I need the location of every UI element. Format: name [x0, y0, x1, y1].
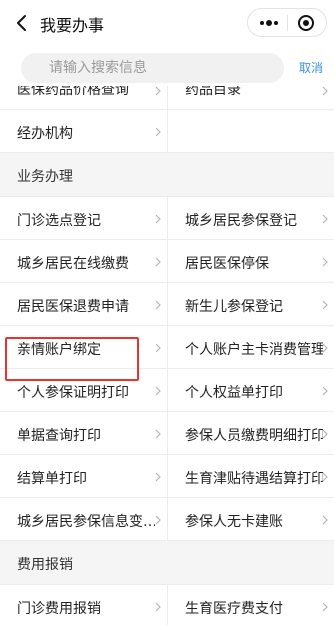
service-item-label: 参保人无卡建账 — [185, 514, 283, 530]
service-item[interactable]: 医保药品价格查询 — [0, 86, 167, 109]
service-item-label: 个人权益单打印 — [185, 385, 283, 401]
list-row: 城乡居民在线缴费 居民医保停保 — [0, 240, 334, 283]
service-item[interactable]: 居民医保停保 — [167, 240, 334, 282]
chevron-right-icon — [322, 257, 328, 267]
list-row: 亲情账户绑定 个人账户主卡消费管理 — [0, 326, 334, 369]
service-item-label: 参保人员缴费明细打印 — [185, 428, 323, 444]
empty-cell — [167, 110, 334, 152]
service-item[interactable]: 单据查询打印 — [0, 412, 167, 454]
mini-program-capsule — [247, 8, 327, 37]
list-row: 医保药品价格查询 药品目录 — [0, 86, 334, 110]
list-row: 门诊费用报销 生育医疗费支付 — [0, 585, 334, 625]
service-item[interactable]: 个人参保证明打印 — [0, 369, 167, 411]
service-item-label: 居民医保停保 — [185, 256, 269, 272]
service-item[interactable]: 个人账户主卡消费管理 — [167, 326, 334, 368]
chevron-right-icon — [322, 343, 328, 353]
close-target-icon[interactable] — [295, 13, 317, 33]
service-item-label: 城乡居民参保登记 — [185, 213, 297, 229]
service-item-label: 经办机构 — [17, 126, 73, 142]
chevron-right-icon — [322, 300, 328, 310]
chevron-right-icon — [322, 86, 328, 96]
chevron-right-icon — [155, 257, 161, 267]
search-input[interactable] — [21, 53, 284, 83]
service-item[interactable]: 经办机构 — [0, 110, 167, 152]
service-item-label: 居民医保退费申请 — [17, 299, 129, 315]
chevron-right-icon — [155, 343, 161, 353]
page-title: 我要办事 — [40, 16, 105, 35]
section-title: 业务办理 — [17, 169, 73, 185]
service-item[interactable]: 药品目录 — [167, 86, 334, 109]
chevron-right-icon — [322, 214, 328, 224]
chevron-right-icon — [155, 386, 161, 396]
top-bar: 我要办事 — [0, 0, 334, 46]
section-header: 业务办理 — [0, 153, 334, 197]
service-item-label: 医保药品价格查询 — [17, 86, 129, 98]
service-item-label: 新生儿参保登记 — [185, 299, 283, 315]
chevron-right-icon — [155, 300, 161, 310]
service-item[interactable]: 城乡居民参保信息变… — [0, 498, 167, 540]
service-item[interactable]: 结算单打印 — [0, 455, 167, 497]
chevron-right-icon — [155, 602, 161, 612]
chevron-right-icon — [322, 515, 328, 525]
service-item[interactable]: 门诊费用报销 — [0, 585, 167, 625]
chevron-right-icon — [322, 472, 328, 482]
list-row: 门诊选点登记 城乡居民参保登记 — [0, 197, 334, 240]
search-row: 取消 — [0, 50, 334, 86]
list-row: 单据查询打印 参保人员缴费明细打印 — [0, 412, 334, 455]
service-list: 医保药品价格查询 药品目录 经办机构 业务办理 门诊选点登记 城乡居民参保登记 … — [0, 86, 334, 625]
service-item-label: 城乡居民参保信息变… — [17, 514, 155, 530]
chevron-right-icon — [155, 214, 161, 224]
list-row: 城乡居民参保信息变… 参保人无卡建账 — [0, 498, 334, 541]
chevron-right-icon — [155, 515, 161, 525]
more-dots-icon[interactable] — [257, 15, 281, 31]
section-title: 费用报销 — [17, 557, 73, 573]
section-header: 费用报销 — [0, 541, 334, 585]
service-item-label: 门诊选点登记 — [17, 213, 101, 229]
service-item[interactable]: 参保人无卡建账 — [167, 498, 334, 540]
chevron-right-icon — [322, 386, 328, 396]
service-item-label: 结算单打印 — [17, 471, 87, 487]
list-row: 结算单打印 生育津贴待遇结算打印 — [0, 455, 334, 498]
list-row: 居民医保退费申请 新生儿参保登记 — [0, 283, 334, 326]
chevron-right-icon — [155, 472, 161, 482]
chevron-right-icon — [155, 429, 161, 439]
service-item[interactable]: 城乡居民参保登记 — [167, 197, 334, 239]
cancel-button[interactable]: 取消 — [299, 59, 323, 76]
service-item[interactable]: 居民医保退费申请 — [0, 283, 167, 325]
service-item[interactable]: 个人权益单打印 — [167, 369, 334, 411]
service-item[interactable]: 城乡居民在线缴费 — [0, 240, 167, 282]
chevron-right-icon — [322, 429, 328, 439]
back-arrow-icon[interactable] — [14, 13, 32, 33]
service-item[interactable]: 亲情账户绑定 — [0, 326, 167, 368]
service-item-label: 生育津贴待遇结算打印 — [185, 471, 323, 487]
chevron-right-icon — [322, 602, 328, 612]
service-item[interactable]: 参保人员缴费明细打印 — [167, 412, 334, 454]
service-item-label: 城乡居民在线缴费 — [17, 256, 129, 272]
chevron-right-icon — [155, 127, 161, 137]
service-item-label: 生育医疗费支付 — [185, 601, 283, 617]
service-item[interactable]: 生育津贴待遇结算打印 — [167, 455, 334, 497]
list-row: 个人参保证明打印 个人权益单打印 — [0, 369, 334, 412]
list-row: 经办机构 — [0, 110, 334, 153]
service-item-label: 门诊费用报销 — [17, 601, 101, 617]
service-item[interactable]: 门诊选点登记 — [0, 197, 167, 239]
chevron-right-icon — [155, 86, 161, 96]
service-item-label: 亲情账户绑定 — [17, 342, 101, 358]
search-box — [21, 53, 284, 83]
service-item-label: 个人账户主卡消费管理 — [185, 342, 323, 358]
service-item-label: 单据查询打印 — [17, 428, 101, 444]
service-item-label: 药品目录 — [185, 86, 241, 98]
service-item[interactable]: 新生儿参保登记 — [167, 283, 334, 325]
capsule-divider — [287, 15, 288, 31]
service-item-label: 个人参保证明打印 — [17, 385, 129, 401]
service-item[interactable]: 生育医疗费支付 — [167, 585, 334, 625]
